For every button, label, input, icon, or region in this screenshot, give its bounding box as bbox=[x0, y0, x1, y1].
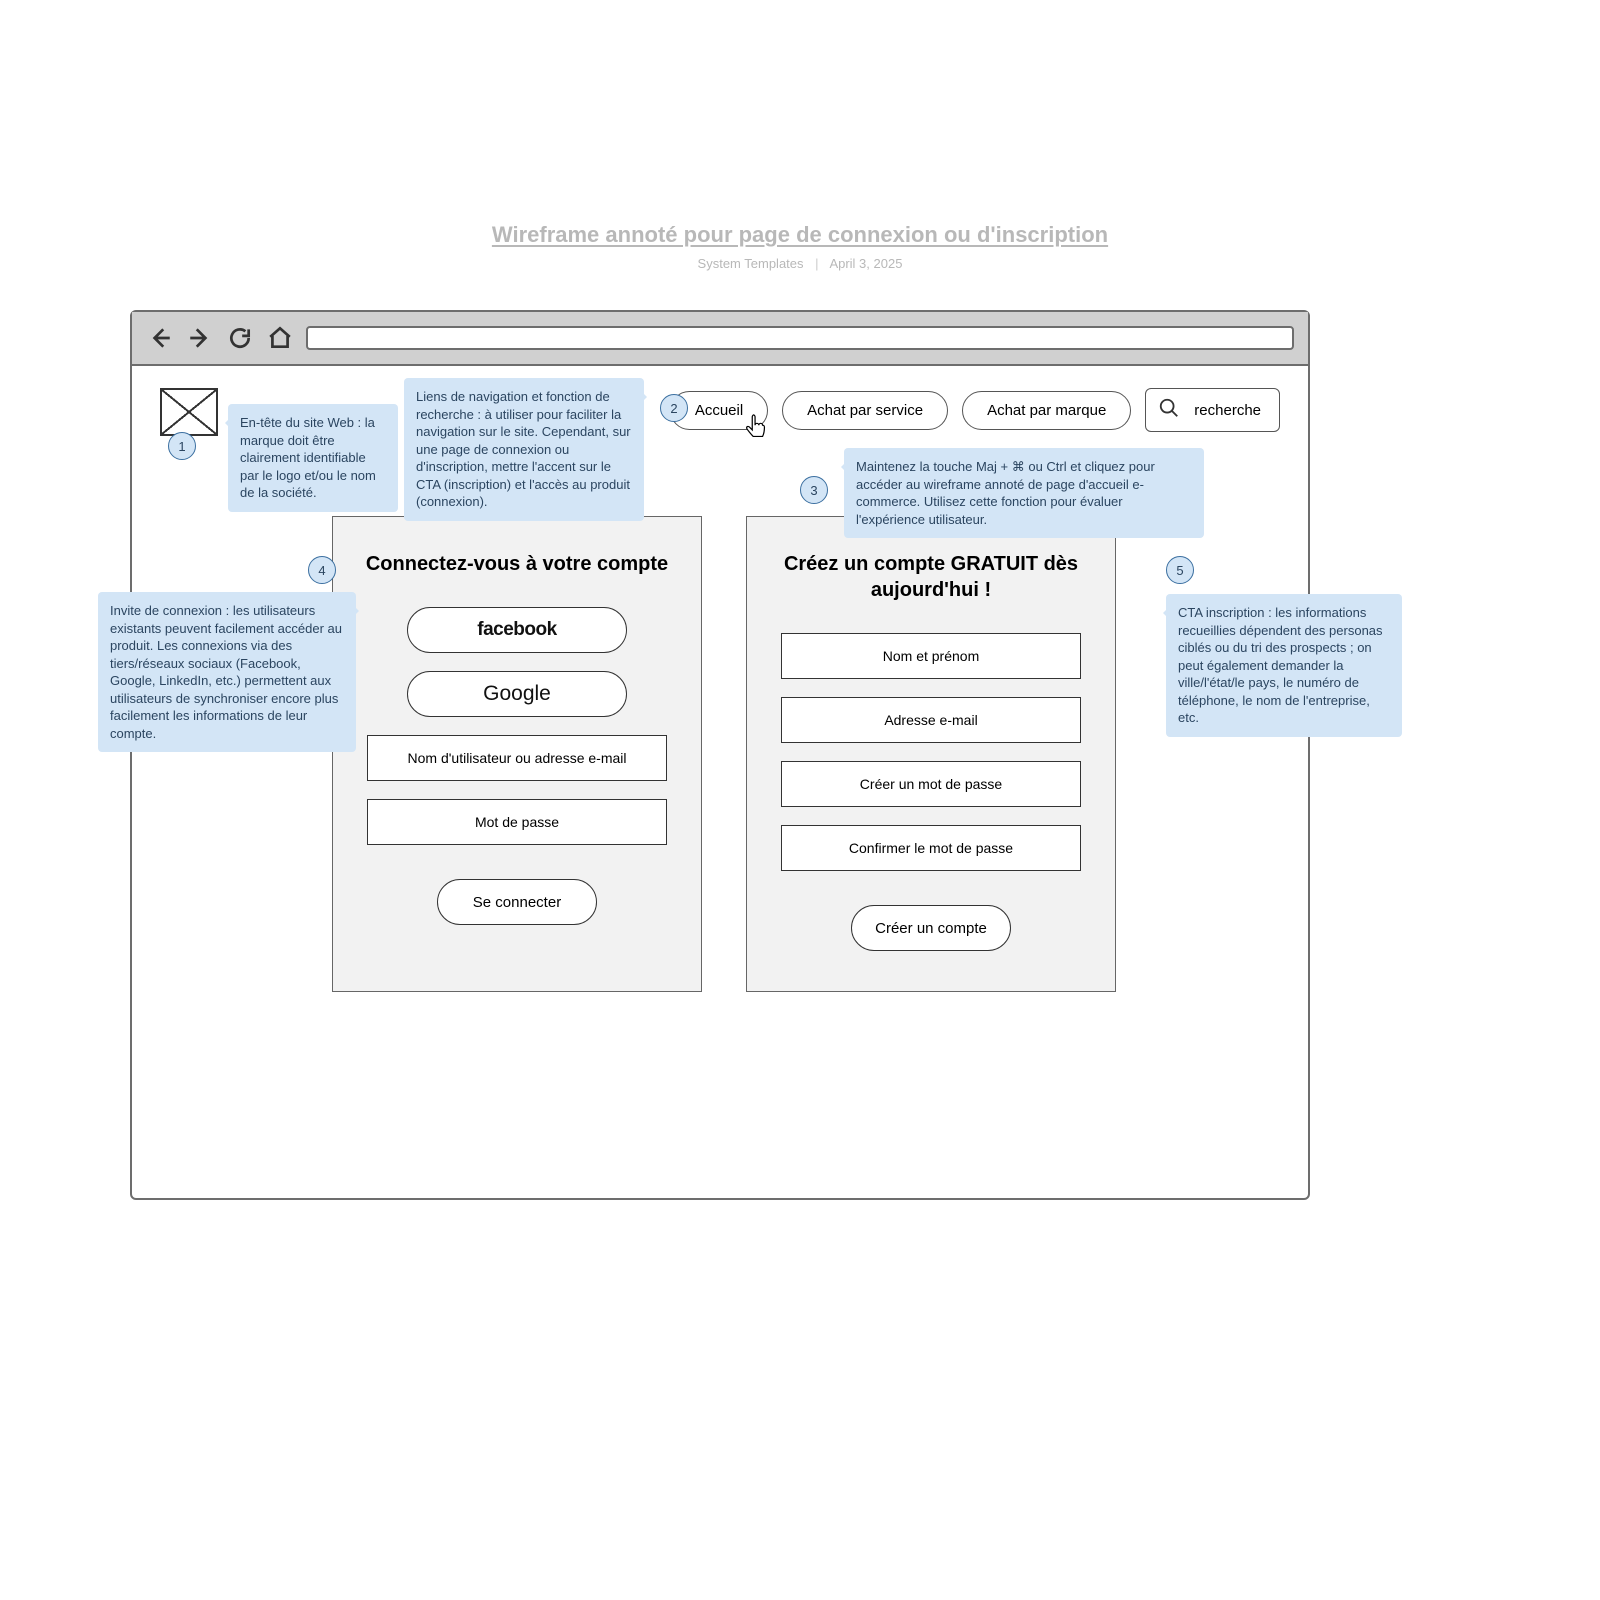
google-label: Google bbox=[483, 682, 551, 706]
annotation-note-1: En-tête du site Web : la marque doit êtr… bbox=[228, 404, 398, 512]
nav-label: Achat par marque bbox=[987, 402, 1106, 419]
annotation-bubble-3: 3 bbox=[800, 476, 828, 504]
button-label: Créer un compte bbox=[875, 920, 987, 937]
annotation-note-3: Maintenez la touche Maj + ⌘ ou Ctrl et c… bbox=[844, 448, 1204, 538]
new-password-field[interactable]: Créer un mot de passe bbox=[781, 761, 1081, 807]
login-panel: Connectez-vous à votre compte facebook G… bbox=[332, 516, 702, 992]
field-label: Créer un mot de passe bbox=[860, 776, 1002, 792]
cursor-hand-icon bbox=[741, 413, 771, 443]
document-title: Wireframe annoté pour page de connexion … bbox=[0, 222, 1600, 248]
forward-icon[interactable] bbox=[186, 324, 214, 352]
google-login-button[interactable]: Google bbox=[407, 671, 627, 717]
home-icon[interactable] bbox=[266, 324, 294, 352]
search-icon bbox=[1158, 397, 1180, 423]
document-author: System Templates bbox=[698, 256, 804, 271]
annotation-bubble-1: 1 bbox=[168, 432, 196, 460]
facebook-label: facebook bbox=[477, 619, 556, 641]
document-meta: System Templates | April 3, 2025 bbox=[0, 256, 1600, 271]
username-field[interactable]: Nom d'utilisateur ou adresse e-mail bbox=[367, 735, 667, 781]
nav-label: Achat par service bbox=[807, 402, 923, 419]
document-date: April 3, 2025 bbox=[829, 256, 902, 271]
nav-label: Accueil bbox=[695, 402, 743, 419]
url-bar[interactable] bbox=[306, 326, 1294, 350]
back-icon[interactable] bbox=[146, 324, 174, 352]
field-label: Nom et prénom bbox=[883, 648, 979, 664]
signup-submit-button[interactable]: Créer un compte bbox=[851, 905, 1011, 951]
annotation-bubble-2: 2 bbox=[660, 394, 688, 422]
field-label: Nom d'utilisateur ou adresse e-mail bbox=[408, 750, 627, 766]
annotation-bubble-5: 5 bbox=[1166, 556, 1194, 584]
email-field[interactable]: Adresse e-mail bbox=[781, 697, 1081, 743]
nav-item-service[interactable]: Achat par service bbox=[782, 391, 948, 430]
field-label: Confirmer le mot de passe bbox=[849, 840, 1013, 856]
logo-placeholder bbox=[160, 388, 218, 436]
facebook-login-button[interactable]: facebook bbox=[407, 607, 627, 653]
button-label: Se connecter bbox=[473, 894, 561, 911]
signup-panel: Créez un compte GRATUIT dès aujourd'hui … bbox=[746, 516, 1116, 992]
meta-separator: | bbox=[815, 256, 818, 271]
main-nav: Accueil Achat par service Achat par marq… bbox=[670, 388, 1280, 432]
annotation-note-2: Liens de navigation et fonction de reche… bbox=[404, 378, 644, 521]
confirm-password-field[interactable]: Confirmer le mot de passe bbox=[781, 825, 1081, 871]
annotation-note-5: CTA inscription : les informations recue… bbox=[1166, 594, 1402, 737]
login-title: Connectez-vous à votre compte bbox=[366, 551, 668, 577]
login-submit-button[interactable]: Se connecter bbox=[437, 879, 597, 925]
browser-toolbar bbox=[132, 312, 1308, 366]
annotation-bubble-4: 4 bbox=[308, 556, 336, 584]
annotation-note-4: Invite de connexion : les utilisateurs e… bbox=[98, 592, 356, 752]
search-box[interactable]: recherche bbox=[1145, 388, 1280, 432]
search-placeholder: recherche bbox=[1194, 402, 1261, 419]
nav-item-marque[interactable]: Achat par marque bbox=[962, 391, 1131, 430]
field-label: Adresse e-mail bbox=[884, 712, 977, 728]
field-label: Mot de passe bbox=[475, 814, 559, 830]
signup-title: Créez un compte GRATUIT dès aujourd'hui … bbox=[777, 551, 1085, 603]
password-field[interactable]: Mot de passe bbox=[367, 799, 667, 845]
refresh-icon[interactable] bbox=[226, 324, 254, 352]
fullname-field[interactable]: Nom et prénom bbox=[781, 633, 1081, 679]
